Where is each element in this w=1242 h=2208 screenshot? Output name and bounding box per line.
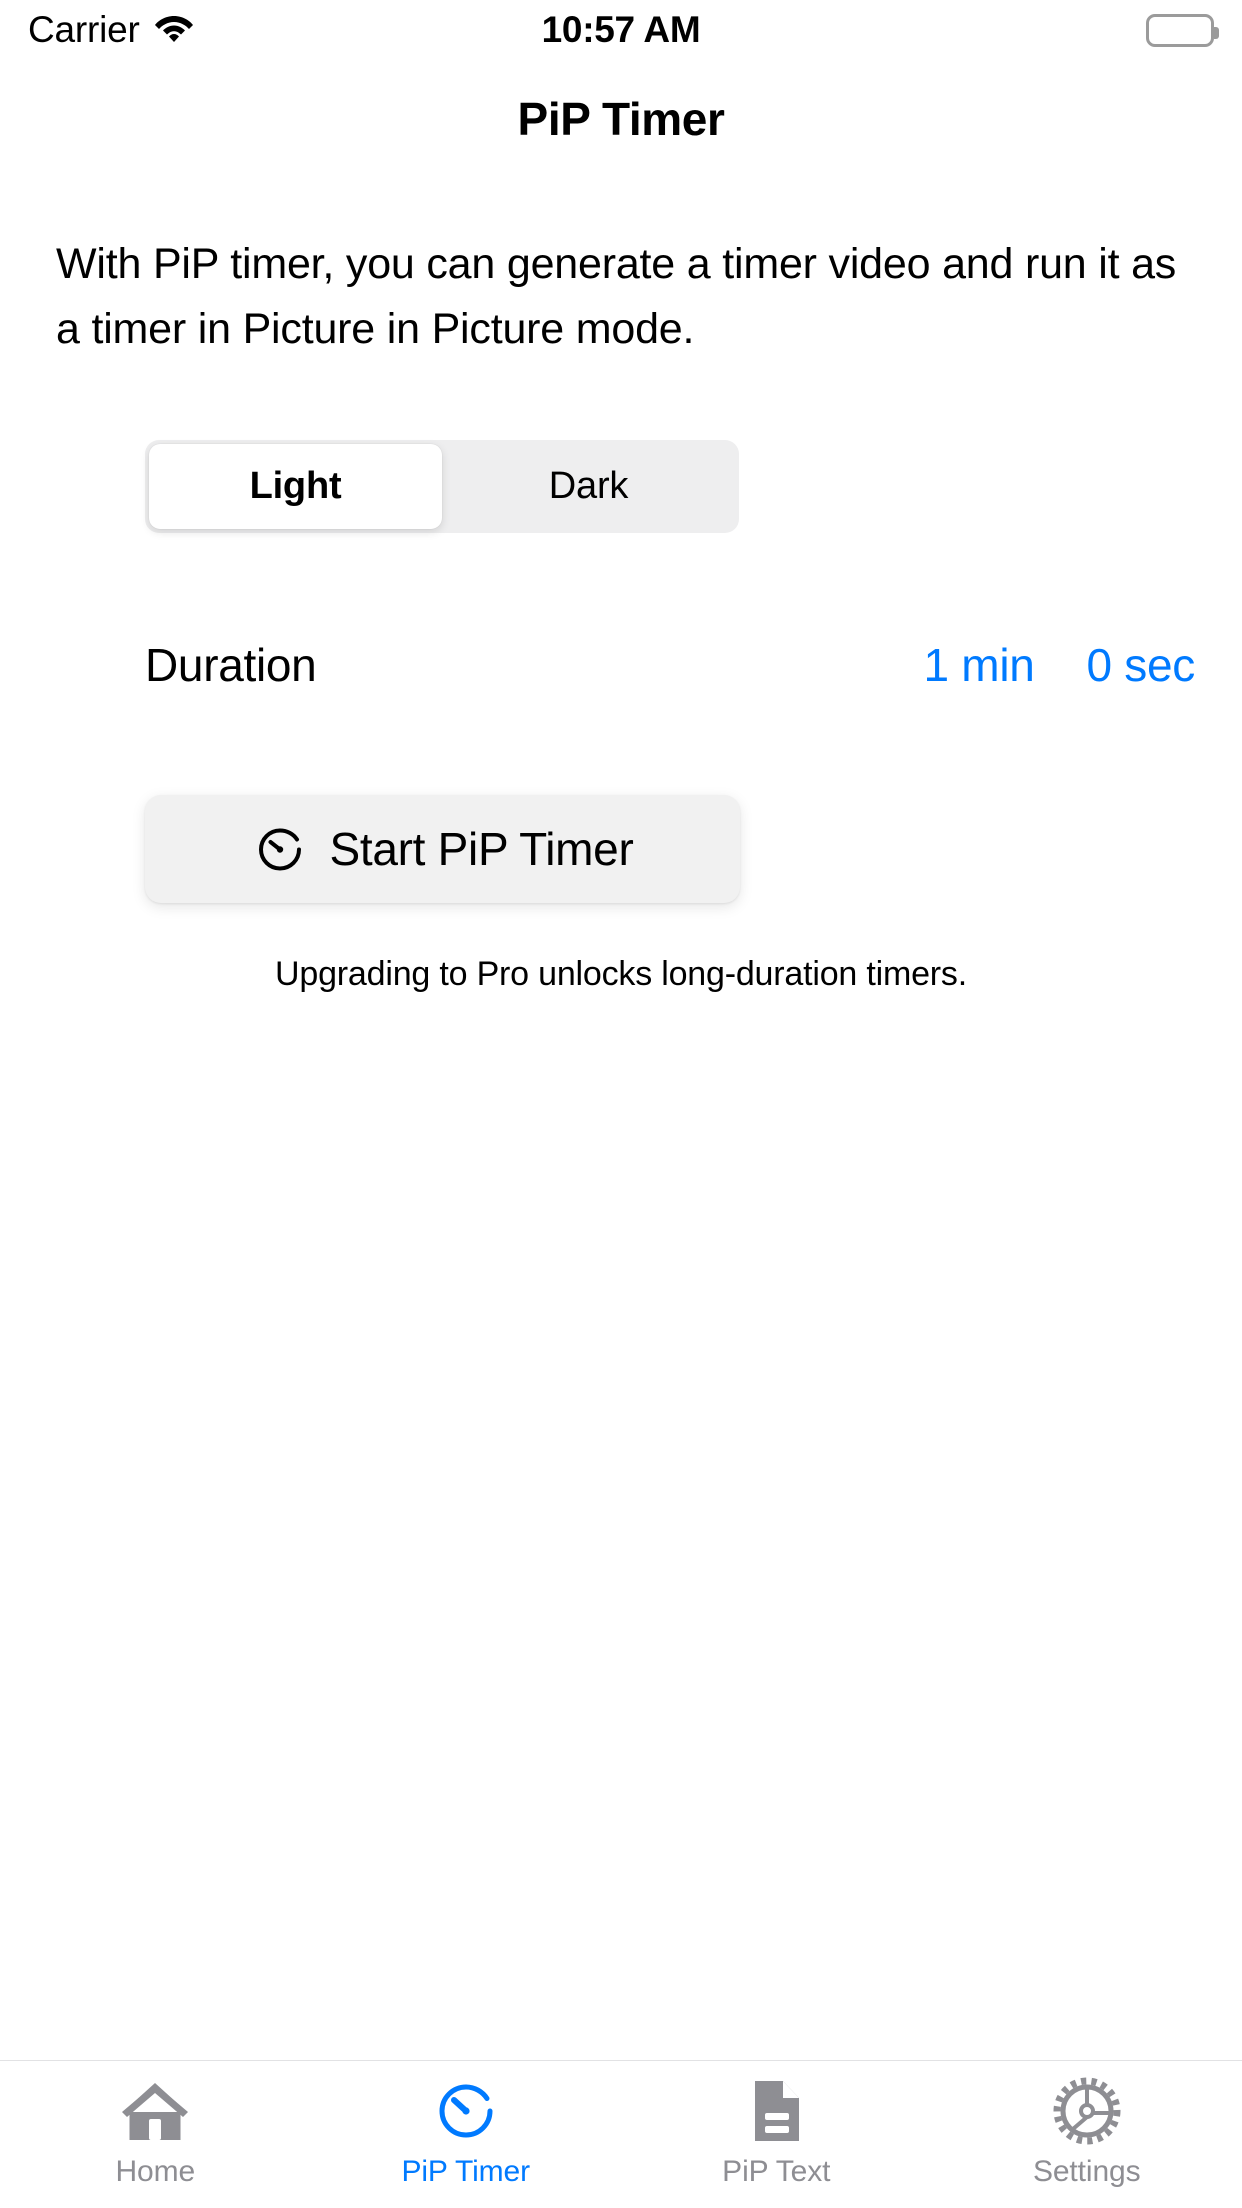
tab-pip-text[interactable]: PiP Text <box>621 2075 932 2189</box>
battery-full-icon <box>1146 13 1219 47</box>
tab-pip-timer-label: PiP Timer <box>401 2155 531 2188</box>
duration-values: 1 min 0 sec <box>924 638 1196 692</box>
duration-row: Duration 1 min 0 sec <box>145 630 1195 700</box>
status-bar: Carrier 10:57 AM <box>0 0 1242 60</box>
carrier-label: Carrier <box>28 9 140 50</box>
app-screen: Carrier 10:57 AM PiP Timer With PiP time… <box>0 0 1242 2208</box>
tab-home[interactable]: Home <box>0 2075 311 2189</box>
stopwatch-icon <box>430 2075 502 2147</box>
segment-light[interactable]: Light <box>149 444 442 529</box>
wifi-icon <box>154 13 194 48</box>
tab-settings-label: Settings <box>1032 2155 1141 2188</box>
stopwatch-icon <box>252 820 308 879</box>
description-text: With PiP timer, you can generate a timer… <box>56 240 1177 353</box>
document-icon <box>745 2075 807 2147</box>
duration-label: Duration <box>145 639 317 691</box>
upgrade-footnote: Upgrading to Pro unlocks long-duration t… <box>275 955 967 993</box>
tab-pip-text-label: PiP Text <box>722 2155 831 2188</box>
page-title: PiP Timer <box>517 93 725 145</box>
house-icon <box>119 2075 191 2147</box>
start-pip-timer-button[interactable]: Start PiP Timer <box>145 795 740 903</box>
status-bar-left: Carrier <box>28 9 542 51</box>
tab-home-label: Home <box>115 2155 196 2188</box>
tab-pip-timer[interactable]: PiP Timer <box>311 2075 622 2189</box>
gear-icon <box>1051 2075 1123 2147</box>
status-bar-right <box>700 13 1219 47</box>
segment-dark[interactable]: Dark <box>442 444 735 529</box>
duration-seconds-picker[interactable]: 0 sec <box>1087 638 1196 692</box>
tab-bar: Home PiP Timer PiP Text Settings <box>0 2060 1242 2208</box>
appearance-segmented-control[interactable]: Light Dark <box>145 440 739 533</box>
start-pip-timer-label: Start PiP Timer <box>329 823 634 875</box>
tab-settings[interactable]: Settings <box>932 2075 1242 2189</box>
status-bar-time: 10:57 AM <box>541 9 701 50</box>
duration-minutes-picker[interactable]: 1 min <box>924 638 1035 692</box>
